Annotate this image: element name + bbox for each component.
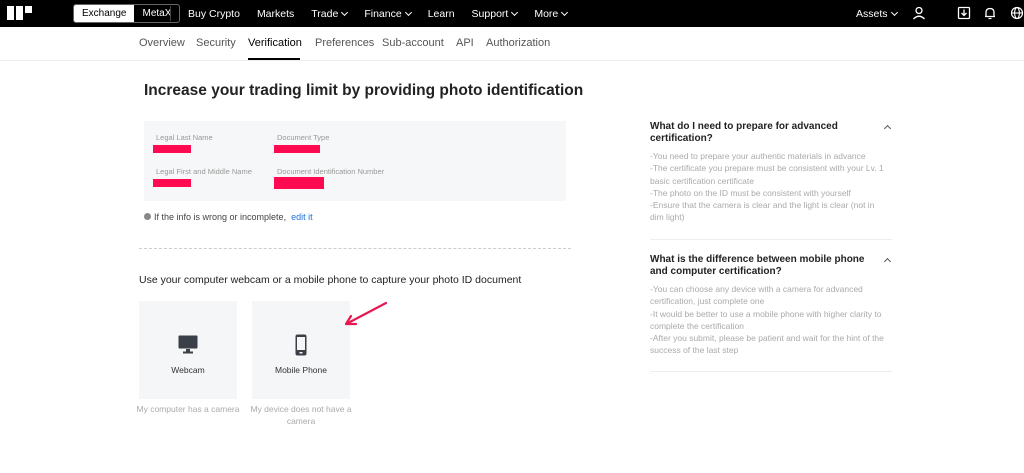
globe-icon[interactable] [1010,6,1024,20]
account-subnav: Overview Security Verification Preferenc… [0,27,1024,61]
tab-security[interactable]: Security [196,37,236,49]
nav-trade[interactable]: Trade [311,8,349,20]
chevron-down-icon [404,8,412,16]
phone-icon [295,334,307,356]
nav-buy-crypto[interactable]: Buy Crypto [188,8,240,20]
nav-support[interactable]: Support [472,8,519,20]
assets-menu[interactable]: Assets [856,8,898,20]
main-nav: Buy Crypto Markets Trade Finance Learn S… [188,0,569,27]
monitor-icon [178,335,198,354]
doc-type-label: Document Type [277,133,330,142]
tab-preferences[interactable]: Preferences [315,37,374,49]
chevron-down-icon [890,8,898,17]
tab-overview[interactable]: Overview [139,37,185,49]
doc-id-label: Document Identification Number [277,167,385,176]
bell-icon[interactable] [983,6,997,20]
metax-toggle[interactable]: MetaX [134,5,179,22]
annotation-arrow-icon [344,301,388,326]
info-icon [144,213,151,220]
active-tab-indicator [248,58,300,60]
nav-learn[interactable]: Learn [428,8,455,20]
faq-divider [650,239,892,240]
webcam-option-label: Webcam [171,365,205,375]
tab-api[interactable]: API [456,37,474,49]
nav-more[interactable]: More [534,8,569,20]
exchange-metax-switch: Exchange MetaX [73,4,181,23]
webcam-option-desc: My computer has a camera [136,404,240,414]
faq-item[interactable]: What is the difference between mobile ph… [650,254,892,357]
okx-logo[interactable] [7,6,57,20]
chevron-down-icon [341,8,349,16]
edit-it-link[interactable]: edit it [291,212,313,222]
top-navbar: Exchange MetaX Buy Crypto Markets Trade … [0,0,1024,27]
doc-id-value-redacted [274,177,324,189]
chevron-down-icon [561,8,569,16]
chevron-down-icon [511,8,519,16]
doc-type-value-redacted [274,145,320,153]
faq-divider [650,371,892,372]
last-name-value-redacted [153,145,191,153]
mobile-phone-option-card[interactable] [252,301,350,399]
faq-question: What is the difference between mobile ph… [650,254,865,277]
mobile-phone-option-desc: My device does not have a camera [250,404,352,426]
faq-question: What do I need to prepare for advanced c… [650,121,838,144]
page-title: Increase your trading limit by providing… [144,82,584,99]
mobile-phone-option-label: Mobile Phone [275,365,327,375]
last-name-label: Legal Last Name [156,133,213,142]
tab-sub-account[interactable]: Sub-account [382,37,444,49]
first-middle-name-label: Legal First and Middle Name [156,167,252,176]
webcam-option-card[interactable] [139,301,237,399]
faq-item[interactable]: What do I need to prepare for advanced c… [650,121,892,224]
nav-markets[interactable]: Markets [257,8,294,20]
user-icon[interactable] [912,6,926,20]
nav-finance[interactable]: Finance [364,8,412,20]
identity-info-box: Legal Last Name Document Type Legal Firs… [144,121,566,201]
faq-answer: -You can choose any device with a camera… [650,284,884,356]
download-icon[interactable] [957,6,971,20]
info-note: If the info is wrong or incomplete, edit … [144,212,313,222]
info-note-text: If the info is wrong or incomplete, [154,212,287,222]
section-divider [139,248,571,249]
tab-verification[interactable]: Verification [248,37,302,49]
first-middle-name-value-redacted [153,179,191,187]
capture-instructions: Use your computer webcam or a mobile pho… [139,274,522,286]
tab-authorization[interactable]: Authorization [486,37,550,49]
faq-answer: -You need to prepare your authentic mate… [650,151,884,223]
exchange-toggle[interactable]: Exchange [74,5,135,22]
nav-divider [170,6,171,21]
